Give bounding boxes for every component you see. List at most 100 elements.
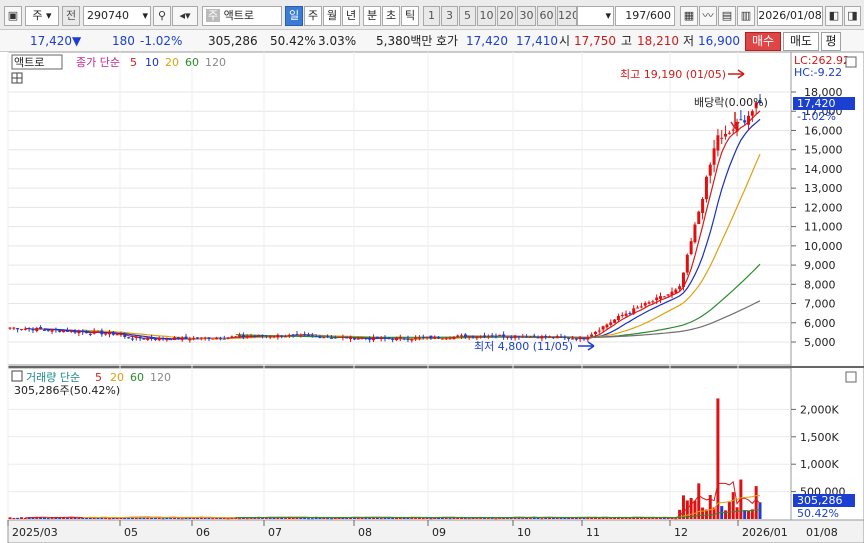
interval-20[interactable]: 20 bbox=[497, 6, 516, 26]
volume-bar bbox=[754, 486, 758, 519]
candle-body bbox=[88, 333, 92, 335]
candle-body bbox=[284, 336, 288, 338]
zoom-out-icon[interactable]: ◨ bbox=[844, 6, 861, 26]
speaker-icon[interactable]: ◂▾ bbox=[172, 6, 198, 26]
candle-body bbox=[597, 330, 601, 332]
volume-bar bbox=[727, 502, 731, 519]
candle-body bbox=[482, 335, 486, 338]
candle-body bbox=[410, 339, 414, 341]
interval-10[interactable]: 10 bbox=[477, 6, 496, 26]
zoom-in-icon[interactable]: ◧ bbox=[825, 6, 843, 26]
period-month-tab[interactable]: 월 bbox=[323, 6, 341, 26]
intraday-minute-tab[interactable]: 분 bbox=[363, 6, 381, 26]
ma10-label: 10 bbox=[145, 56, 159, 69]
candle-body bbox=[563, 337, 567, 339]
volume-bar bbox=[609, 517, 613, 519]
candle-body bbox=[448, 338, 452, 340]
volume-bar bbox=[65, 517, 69, 519]
chart-area[interactable]: 액트로 종가 단순 5 10 20 60 120 최고 19,190 (01/0… bbox=[0, 52, 864, 543]
market-select[interactable]: 주 ▾ bbox=[25, 6, 59, 26]
candle-body bbox=[624, 313, 628, 316]
candle-body bbox=[62, 330, 66, 333]
volume-bar bbox=[448, 518, 452, 520]
window-menu-icon[interactable]: ▣ bbox=[4, 6, 22, 26]
candle-body bbox=[218, 338, 222, 340]
volume-toggle-icon[interactable] bbox=[11, 370, 23, 382]
candle-body bbox=[207, 337, 211, 340]
candle-body bbox=[314, 336, 318, 338]
candle-body bbox=[192, 338, 196, 340]
interval-30[interactable]: 30 bbox=[517, 6, 536, 26]
candle-body bbox=[593, 331, 597, 335]
candle-body bbox=[586, 337, 590, 340]
candle-body bbox=[238, 335, 242, 337]
candle-body bbox=[352, 337, 356, 340]
candle-body bbox=[704, 176, 708, 200]
change-percent: -1.02% bbox=[140, 34, 183, 48]
stock-name-field[interactable]: 주 액트로 bbox=[202, 6, 282, 26]
volume-bar bbox=[245, 518, 249, 520]
volume-tick-label: 1,000K bbox=[800, 458, 839, 471]
candle-body bbox=[433, 336, 437, 339]
volume-bar bbox=[310, 518, 314, 520]
candle-body bbox=[628, 312, 632, 314]
candle-body bbox=[23, 328, 27, 330]
dividend-label: 배당락(0.00%) bbox=[694, 96, 768, 109]
candle-body bbox=[647, 302, 651, 304]
candle-body bbox=[666, 294, 670, 296]
interval-60[interactable]: 60 bbox=[537, 6, 556, 26]
search-icon[interactable]: ⚲ bbox=[153, 6, 171, 26]
price-tick-label: 16,000 bbox=[804, 124, 843, 137]
stock-code-input[interactable]: 290740 ▾ bbox=[83, 6, 151, 26]
price-axis-toggle-icon[interactable] bbox=[845, 56, 857, 68]
grid-tools-icon[interactable]: ▦ bbox=[680, 6, 698, 26]
chart-svg[interactable]: 액트로 종가 단순 5 10 20 60 120 최고 19,190 (01/0… bbox=[0, 52, 864, 543]
price-tick-label: 5,000 bbox=[804, 336, 836, 349]
eval-button[interactable]: 평 bbox=[821, 32, 841, 51]
sell-button[interactable]: 매도 bbox=[783, 32, 819, 51]
max-price-label: 최고 19,190 (01/05) bbox=[620, 68, 726, 81]
period-week-tab[interactable]: 주 bbox=[304, 6, 322, 26]
candle-body bbox=[655, 297, 659, 301]
interval-120[interactable]: 120 bbox=[557, 6, 577, 26]
high-price: 18,210 bbox=[637, 34, 679, 48]
candle-body bbox=[326, 336, 330, 338]
bar-count-field[interactable]: 197/600 bbox=[615, 6, 675, 26]
candle-body bbox=[437, 336, 441, 339]
period-day-tab[interactable]: 일 bbox=[285, 6, 303, 26]
candle-body bbox=[27, 328, 31, 330]
stock-chart-window: ▣ 주 ▾ 전 290740 ▾ ⚲ ◂▾ 주 액트로 일 주 월 년 분 초 틱… bbox=[0, 0, 864, 543]
candle-body bbox=[268, 336, 272, 338]
candle-body bbox=[272, 336, 276, 338]
intraday-second-tab[interactable]: 초 bbox=[382, 6, 400, 26]
buy-button[interactable]: 매수 bbox=[745, 32, 781, 51]
save-icon[interactable]: ▤ bbox=[718, 6, 736, 26]
price-tick-label: 10,000 bbox=[804, 240, 843, 253]
volume-bar bbox=[203, 517, 207, 519]
period-year-tab[interactable]: 년 bbox=[342, 6, 360, 26]
date-field[interactable]: 2026/01/08 bbox=[757, 6, 823, 26]
volume-axis-toggle-icon[interactable] bbox=[845, 371, 857, 383]
calendar-icon[interactable]: ▥ bbox=[737, 6, 755, 26]
candle-body bbox=[96, 331, 100, 333]
candle-body bbox=[394, 337, 398, 341]
candle-body bbox=[54, 329, 58, 331]
intraday-tick-tab[interactable]: 틱 bbox=[401, 6, 419, 26]
candle-body bbox=[616, 315, 620, 321]
candle-body bbox=[551, 337, 555, 339]
code-prefix-button[interactable]: 전 bbox=[62, 6, 80, 26]
interval-custom-select[interactable]: ▾ bbox=[577, 6, 614, 26]
interval-5[interactable]: 5 bbox=[459, 6, 476, 26]
candle-body bbox=[81, 330, 85, 333]
candle-body bbox=[39, 327, 43, 330]
line-chart-icon[interactable]: 〰 bbox=[699, 6, 717, 26]
volume-bar bbox=[674, 518, 678, 520]
candle-body bbox=[92, 331, 96, 334]
volume-bar bbox=[96, 517, 100, 519]
candle-body bbox=[230, 336, 234, 339]
interval-3[interactable]: 3 bbox=[441, 6, 458, 26]
candle-body bbox=[295, 334, 299, 336]
interval-1[interactable]: 1 bbox=[423, 6, 440, 26]
candle-body bbox=[620, 314, 624, 316]
candle-body bbox=[467, 336, 471, 338]
